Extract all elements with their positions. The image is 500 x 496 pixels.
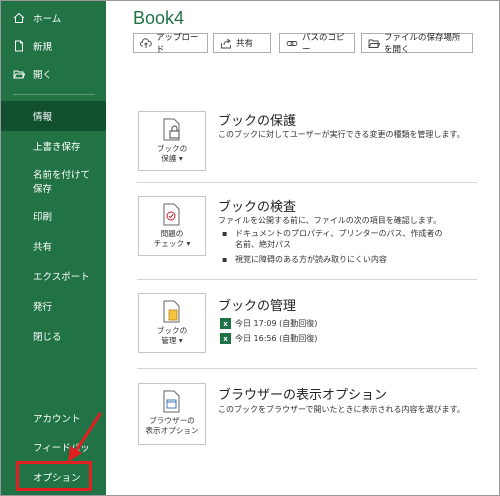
version-label-2: 今日 16:56 (自動回復) — [235, 334, 318, 343]
manage-card-line1: ブックの — [156, 326, 188, 335]
nav-info-label: 情報 — [33, 112, 53, 123]
nav-close-label: 閉じる — [33, 332, 62, 343]
inspect-card-line1: 問題の — [160, 229, 184, 238]
browser-description: このブックをブラウザーで開いたときに表示される内容を選びます。 — [218, 405, 465, 414]
folder-icon — [368, 38, 380, 49]
page-title: Book4 — [133, 8, 185, 28]
protect-card-line1: ブックの — [156, 144, 188, 153]
bullet-marker: ▪ — [222, 255, 228, 264]
excel-file-icon: x — [220, 333, 231, 344]
nav-save[interactable]: 上書き保存 — [1, 131, 106, 161]
cloud-upload-icon — [140, 37, 152, 49]
bullet-marker: ▪ — [222, 229, 228, 238]
nav-new-label: 新規 — [33, 42, 53, 53]
browser-options-icon — [161, 390, 183, 414]
nav-home[interactable]: ホーム — [1, 3, 106, 33]
manage-card-line2: 管理 — [161, 336, 177, 345]
protect-description: このブックに対してユーザーが実行できる変更の種類を管理します。 — [218, 130, 465, 139]
nav-save-as[interactable]: 名前を付けて保存 — [1, 164, 106, 202]
inspect-document-icon — [161, 203, 183, 227]
section-divider — [137, 279, 477, 280]
manage-workbook-button[interactable]: ブックの 管理 ▾ — [138, 293, 206, 353]
inspect-bullet-1: ドキュメントのプロパティ、プリンターのパス、作成者の名前、絶対パス — [235, 229, 443, 249]
version-label-1: 今日 17:09 (自動回復) — [235, 319, 318, 328]
nav-new[interactable]: 新規 — [1, 31, 106, 61]
inspect-bullet-2: 視覚に障碍のある方が読み取りにくい内容 — [235, 255, 387, 264]
inspect-title: ブックの検査 — [218, 200, 297, 215]
share-icon — [220, 38, 232, 49]
open-file-location-button[interactable]: ファイルの保存場所を開く — [361, 33, 473, 55]
inspect-description: ファイルを公開する前に、ファイルの次の項目を確認します。 — [218, 216, 441, 225]
nav-export[interactable]: エクスポート — [1, 261, 106, 291]
nav-share[interactable]: 共有 — [1, 231, 106, 261]
nav-save-as-label: 名前を付けて保存 — [33, 170, 91, 195]
browser-view-options-button[interactable]: ブラウザーの 表示オプション — [138, 383, 206, 445]
upload-label: アップロード — [156, 33, 199, 55]
manage-workbook-icon — [161, 300, 183, 324]
nav-publish[interactable]: 発行 — [1, 291, 106, 321]
browser-card-line1: ブラウザーの — [149, 416, 195, 425]
sidebar-divider — [13, 94, 95, 95]
nav-print[interactable]: 印刷 — [1, 201, 106, 231]
section-divider — [137, 368, 477, 369]
red-arrow-annotation — [68, 412, 102, 462]
folder-open-icon — [13, 68, 25, 80]
protect-card-line2: 保護 — [161, 154, 177, 163]
copy-path-button[interactable]: パスのコピー — [279, 33, 355, 55]
nav-open[interactable]: 開く — [1, 59, 106, 89]
browser-card-line2: 表示オプション — [145, 426, 199, 435]
lock-icon — [161, 118, 183, 142]
share-button[interactable]: 共有 — [213, 33, 271, 53]
inspect-card-line2: チェック — [153, 239, 185, 248]
nav-share-label: 共有 — [33, 242, 53, 253]
nav-home-label: ホーム — [33, 14, 62, 25]
check-for-issues-button[interactable]: 問題の チェック ▾ — [138, 196, 206, 256]
manage-title: ブックの管理 — [218, 299, 297, 314]
nav-print-label: 印刷 — [33, 212, 53, 223]
link-icon — [286, 38, 298, 49]
share-label: 共有 — [236, 39, 254, 49]
version-item[interactable]: x 今日 16:56 (自動回復) — [220, 333, 317, 344]
browser-title: ブラウザーの表示オプション — [218, 388, 388, 403]
upload-button[interactable]: アップロード — [133, 33, 208, 55]
copy-path-label: パスのコピー — [302, 33, 345, 55]
section-divider — [137, 182, 477, 183]
new-document-icon — [13, 40, 25, 52]
open-location-label: ファイルの保存場所を開く — [384, 33, 461, 55]
home-icon — [13, 12, 25, 24]
nav-save-label: 上書き保存 — [33, 142, 81, 153]
protect-workbook-button[interactable]: ブックの 保護 ▾ — [138, 111, 206, 171]
version-item[interactable]: x 今日 17:09 (自動回復) — [220, 318, 317, 329]
nav-close[interactable]: 閉じる — [1, 321, 106, 351]
excel-file-icon: x — [220, 318, 231, 329]
nav-publish-label: 発行 — [33, 302, 53, 313]
protect-title: ブックの保護 — [218, 114, 297, 129]
nav-info[interactable]: 情報 — [1, 101, 106, 131]
nav-open-label: 開く — [33, 70, 53, 81]
nav-export-label: エクスポート — [33, 272, 90, 283]
